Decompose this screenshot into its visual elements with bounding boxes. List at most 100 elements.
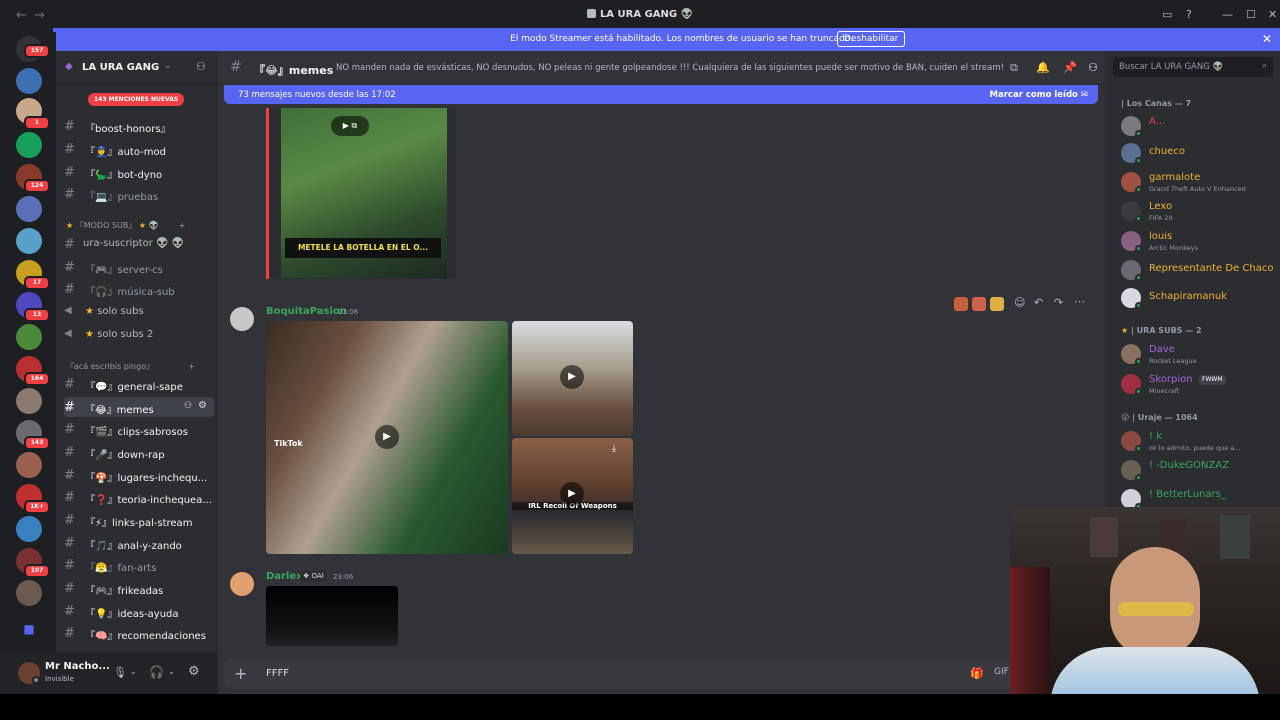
channel-item[interactable]: ▶#『🦕』bot-dyno: [64, 162, 214, 182]
video-attachment[interactable]: IRL Recoil Of Weapons ▶ ⤓: [512, 438, 633, 554]
message-author[interactable]: BoquitaPasion: [266, 306, 347, 317]
channel-item[interactable]: # ura-suscriptor 👽 👽: [64, 234, 214, 254]
reaction-icon[interactable]: [990, 297, 1004, 311]
more-options-icon[interactable]: ⋯: [1074, 295, 1085, 308]
search-input[interactable]: Buscar LA URA GANG 👽 ⌕: [1113, 57, 1273, 77]
member-item[interactable]: Lexo FIFA 20: [1121, 198, 1280, 224]
add-member-icon[interactable]: ⚇: [196, 60, 206, 73]
close-window-icon[interactable]: ✕: [1268, 8, 1277, 21]
gif-icon[interactable]: GIF: [994, 667, 1009, 677]
category-header[interactable]: ★ 『MODO SUB』 ★ 👽 +: [66, 220, 185, 231]
message-composer[interactable]: + FFFF 🎁 GIF: [224, 659, 1099, 689]
new-messages-bar[interactable]: 73 mensajes nuevos desde las 17:02 Marca…: [224, 85, 1098, 104]
member-item[interactable]: chueco: [1121, 140, 1280, 166]
pin-icon[interactable]: 📌: [1063, 61, 1077, 74]
bell-icon[interactable]: 🔔: [1036, 61, 1050, 74]
mentions-pill[interactable]: 143 MENCIONES NUEVAS: [88, 93, 185, 106]
disable-streamer-button[interactable]: Deshabilitar: [837, 31, 906, 47]
channel-item[interactable]: ▶#『❓』teoria-inchequea...: [64, 487, 214, 507]
channel-item[interactable]: # 『😤』fan-arts: [64, 555, 214, 575]
avatar[interactable]: [230, 307, 254, 331]
channel-item[interactable]: # 『💻』pruebas: [64, 184, 214, 204]
video-attachment[interactable]: TikTok ▶: [266, 321, 508, 554]
add-reaction-icon[interactable]: ☺: [1014, 296, 1025, 309]
video-attachment[interactable]: [266, 586, 398, 646]
channel-item[interactable]: ▶#『💡』ideas-ayuda: [64, 601, 214, 621]
guild-header[interactable]: ◆ LA URA GANG ⌄ ⚇: [56, 51, 218, 85]
message-author[interactable]: Darlex: [266, 571, 303, 582]
channel-item-active[interactable]: ▶#『😂』memes⚇⚙: [64, 397, 214, 417]
member-item[interactable]: garmalote Grand Theft Auto V Enhanced: [1121, 169, 1280, 195]
channel-item[interactable]: ▶#『🎮』frikeadas: [64, 578, 214, 598]
channel-item[interactable]: # 『🎮』server-cs: [64, 257, 214, 277]
channel-topic[interactable]: NO manden nada de esvásticas, NO desnudo…: [336, 63, 1004, 73]
member-item[interactable]: Dave Rocket League: [1121, 341, 1280, 367]
avatar[interactable]: [230, 572, 254, 596]
reaction-icon[interactable]: [972, 297, 986, 311]
add-attachment-icon[interactable]: +: [234, 664, 247, 683]
category-header[interactable]: 『acá escribís pingo』 +: [66, 361, 195, 372]
minimize-icon[interactable]: —: [1222, 8, 1233, 21]
microphone-icon[interactable]: 🎙: [113, 666, 127, 679]
channel-item[interactable]: ▶#『⚡』links-pal-stream: [64, 510, 214, 530]
server-icon[interactable]: [16, 132, 42, 158]
inbox-icon[interactable]: ▭: [1162, 8, 1172, 21]
download-icon[interactable]: ⤓: [612, 444, 616, 454]
play-icon[interactable]: ▶: [560, 365, 584, 389]
member-item[interactable]: Skorpion FWWM Minecraft: [1121, 371, 1280, 397]
channel-label: 『💻』pruebas: [85, 192, 159, 203]
gear-icon[interactable]: ⚙: [198, 400, 207, 411]
chevron-down-icon[interactable]: ⌄: [130, 667, 137, 676]
user-name[interactable]: Mr Nacho...: [45, 661, 110, 672]
server-icon[interactable]: [16, 68, 42, 94]
server-icon[interactable]: [16, 580, 42, 606]
channel-item[interactable]: ▶#『🎵』anal-y-zando: [64, 533, 214, 553]
channel-item[interactable]: ▶#『🧠』recomendaciones: [64, 623, 214, 643]
voice-channel-item[interactable]: ◀ ★ solo subs: [64, 302, 214, 322]
server-icon[interactable]: [16, 516, 42, 542]
server-icon[interactable]: [16, 324, 42, 350]
channel-item[interactable]: ▶#『🍄』lugares-inchequ...: [64, 465, 214, 485]
message-input[interactable]: FFFF: [266, 668, 289, 679]
channel-item[interactable]: ▶#『💬』general-sape: [64, 374, 214, 394]
folder-icon[interactable]: ■: [16, 616, 42, 642]
reply-icon[interactable]: ↶: [1034, 296, 1043, 309]
play-icon[interactable]: ▶ ⧉: [331, 116, 369, 136]
member-item[interactable]: ! k ok lo admito, puede que a...: [1121, 428, 1280, 454]
invite-icon[interactable]: ⚇: [184, 401, 192, 411]
close-icon[interactable]: ✕: [1262, 32, 1272, 46]
member-item[interactable]: Schapiramanuk: [1121, 285, 1280, 311]
server-icon[interactable]: [16, 388, 42, 414]
video-embed[interactable]: ▶ ⧉ METELE LA BOTELLA EN EL O...: [266, 108, 456, 279]
play-icon[interactable]: ▶: [560, 482, 584, 506]
server-icon[interactable]: [16, 196, 42, 222]
member-item[interactable]: louis Arctic Monkeys: [1121, 228, 1280, 254]
add-channel-icon[interactable]: +: [188, 362, 195, 371]
voice-channel-item[interactable]: ◀ ★ solo subs 2: [64, 325, 214, 345]
member-item[interactable]: ! -DukeGONZAZ: [1121, 457, 1280, 483]
help-icon[interactable]: ?: [1186, 8, 1192, 21]
member-item[interactable]: A...: [1121, 113, 1280, 139]
channel-item[interactable]: ▶#『🎬』clips-sabrosos: [64, 419, 214, 439]
forward-icon[interactable]: ↷: [1054, 296, 1063, 309]
channel-item[interactable]: ▶#『boost-honors』: [64, 116, 214, 136]
chevron-down-icon[interactable]: ⌄: [168, 667, 175, 676]
member-item[interactable]: Representante De Chaco: [1121, 257, 1280, 283]
members-list-icon[interactable]: ⚇: [1088, 61, 1098, 74]
maximize-icon[interactable]: ☐: [1246, 8, 1256, 21]
threads-icon[interactable]: ⧉: [1010, 61, 1018, 75]
video-attachment[interactable]: ▶: [512, 321, 633, 436]
server-icon[interactable]: [16, 452, 42, 478]
gift-icon[interactable]: 🎁: [970, 667, 984, 680]
headphones-icon[interactable]: 🎧: [149, 665, 164, 679]
channel-item[interactable]: # 『🎧』música-sub: [64, 279, 214, 299]
server-icon[interactable]: [16, 228, 42, 254]
gear-icon[interactable]: ⚙: [188, 664, 200, 679]
reaction-icon[interactable]: [954, 297, 968, 311]
add-channel-icon[interactable]: +: [179, 221, 186, 230]
channel-item[interactable]: ▶#『👮』auto-mod: [64, 139, 214, 159]
mark-as-read-button[interactable]: Marcar como leído ✉: [990, 90, 1088, 100]
channel-item[interactable]: ▶#『🎤』down-rap: [64, 442, 214, 462]
message-toolbar: ☺ ↶ ↷ ⋯: [950, 295, 1100, 313]
play-icon[interactable]: ▶: [375, 425, 399, 449]
